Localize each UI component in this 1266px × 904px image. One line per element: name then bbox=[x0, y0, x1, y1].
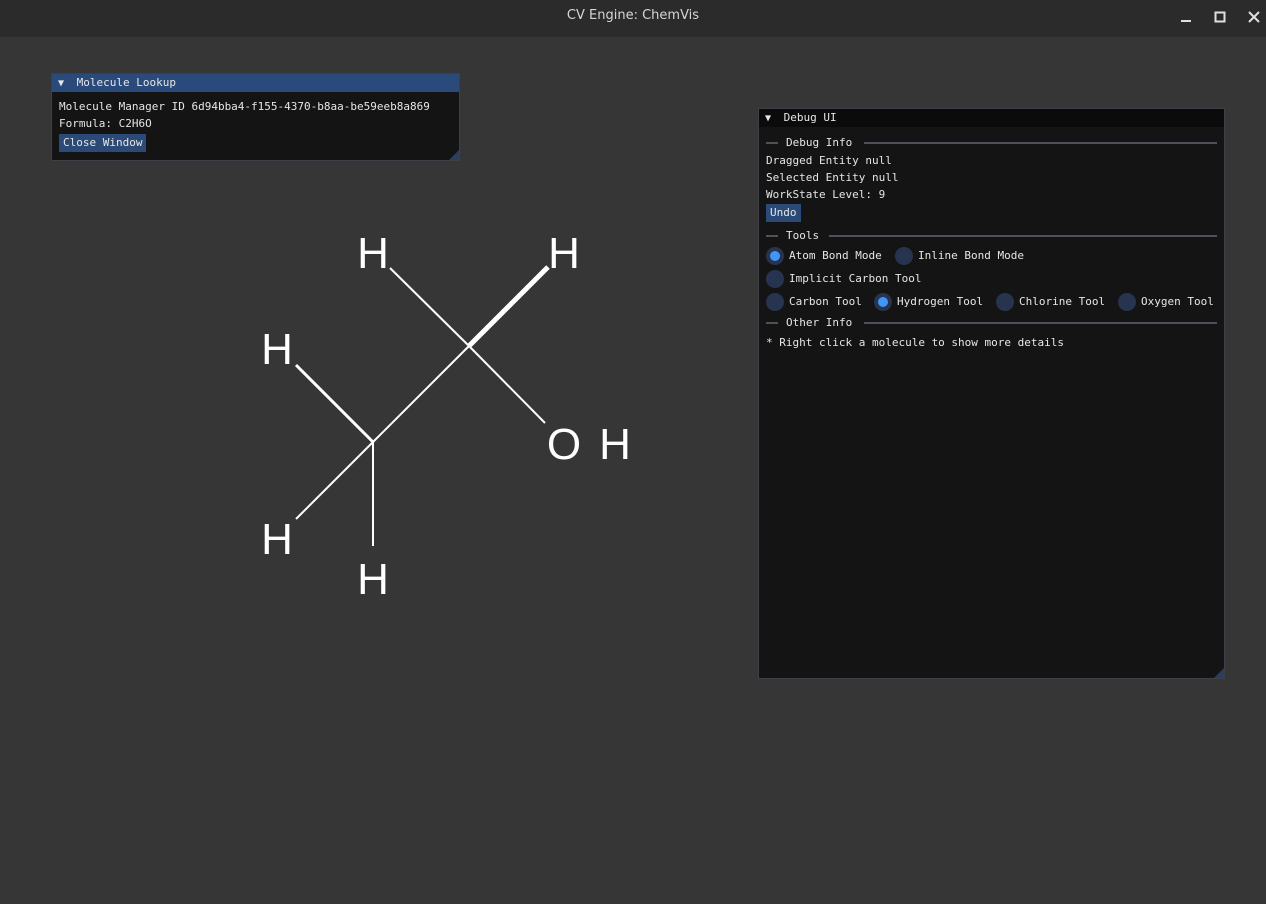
debug-info-header: Debug Info bbox=[786, 136, 853, 149]
collapse-arrow-icon[interactable]: ▼ bbox=[58, 75, 70, 93]
atom-hydrogen[interactable]: H bbox=[544, 232, 584, 276]
radio-label: Inline Bond Mode bbox=[918, 249, 1024, 262]
debug-ui-title: Debug UI bbox=[783, 111, 837, 124]
radio-label: Carbon Tool bbox=[789, 295, 862, 308]
selected-entity: Selected Entity null bbox=[766, 171, 899, 184]
radio-indicator bbox=[996, 293, 1014, 311]
molecule-lookup-window: ▼ Molecule Lookup Molecule Manager ID 6d… bbox=[51, 73, 460, 161]
atom-oxygen[interactable]: O bbox=[544, 423, 584, 467]
atom-hydrogen[interactable]: H bbox=[595, 423, 635, 467]
close-icon[interactable] bbox=[1246, 9, 1262, 25]
tools-header: Tools bbox=[786, 229, 820, 242]
close-window-button[interactable]: Close Window bbox=[59, 134, 147, 152]
radio-label: Chlorine Tool bbox=[1019, 295, 1106, 308]
debug-info-separator: Debug Info bbox=[766, 134, 1217, 152]
other-info-separator: Other Info bbox=[766, 314, 1217, 332]
element-tools-row: Carbon Tool Hydrogen Tool Chlorine Tool … bbox=[766, 291, 1217, 314]
atom-hydrogen[interactable]: H bbox=[257, 518, 297, 562]
radio-label: Hydrogen Tool bbox=[897, 295, 984, 308]
molecule-lookup-title: Molecule Lookup bbox=[76, 76, 176, 89]
radio-indicator bbox=[766, 293, 784, 311]
bond-c1-h-lower bbox=[295, 441, 374, 520]
minimize-icon[interactable] bbox=[1178, 9, 1194, 25]
bond-c1-h-upper bbox=[294, 363, 375, 444]
resize-grip[interactable] bbox=[449, 150, 459, 160]
debug-ui-window: ▼ Debug UI Debug Info Dragged Entity nul… bbox=[758, 108, 1225, 679]
atom-hydrogen[interactable]: H bbox=[257, 328, 297, 372]
bond-mode-row: Atom Bond Mode Inline Bond Mode bbox=[766, 245, 1217, 268]
radio-indicator bbox=[766, 270, 784, 288]
atom-hydrogen[interactable]: H bbox=[353, 232, 393, 276]
hint-text: * Right click a molecule to show more de… bbox=[766, 336, 1065, 349]
tools-separator: Tools bbox=[766, 227, 1217, 245]
other-info-header: Other Info bbox=[786, 316, 853, 329]
molecule-lookup-header[interactable]: ▼ Molecule Lookup bbox=[52, 74, 459, 92]
atom-hydrogen[interactable]: H bbox=[353, 558, 393, 602]
bond-c1-c2 bbox=[372, 345, 470, 443]
bond-c2-h-selected bbox=[467, 265, 550, 348]
window-title: CV Engine: ChemVis bbox=[566, 8, 700, 23]
molecule-formula: Formula: C2H6O bbox=[59, 117, 152, 130]
radio-indicator bbox=[766, 247, 784, 265]
implicit-carbon-row: Implicit Carbon Tool bbox=[766, 268, 1217, 291]
bond-c2-o bbox=[468, 345, 546, 424]
title-bar: CV Engine: ChemVis bbox=[0, 0, 1266, 37]
molecule-manager-id: Molecule Manager ID 6d94bba4-f155-4370-b… bbox=[59, 100, 430, 113]
collapse-arrow-icon[interactable]: ▼ bbox=[765, 110, 777, 128]
dragged-entity: Dragged Entity null bbox=[766, 154, 892, 167]
bond-c2-h bbox=[389, 267, 470, 347]
resize-grip[interactable] bbox=[1214, 668, 1224, 678]
radio-label: Atom Bond Mode bbox=[789, 249, 882, 262]
radio-indicator bbox=[1118, 293, 1136, 311]
radio-label: Oxygen Tool bbox=[1141, 295, 1214, 308]
radio-indicator bbox=[874, 293, 892, 311]
maximize-icon[interactable] bbox=[1212, 9, 1228, 25]
radio-label: Implicit Carbon Tool bbox=[789, 272, 922, 285]
undo-button[interactable]: Undo bbox=[766, 204, 801, 222]
workstate-level: WorkState Level: 9 bbox=[766, 188, 886, 201]
radio-indicator bbox=[895, 247, 913, 265]
debug-ui-header[interactable]: ▼ Debug UI bbox=[759, 109, 1224, 127]
